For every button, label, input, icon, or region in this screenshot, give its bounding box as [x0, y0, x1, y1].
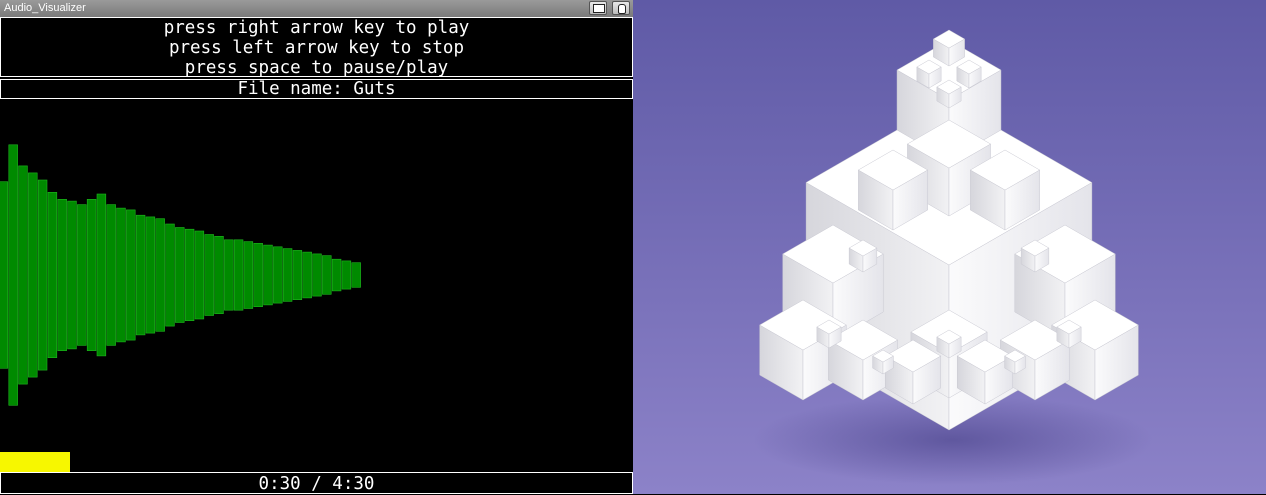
spectrum-bar — [341, 260, 352, 290]
spectrum-visualizer — [0, 144, 361, 406]
spectrum-bar — [165, 223, 175, 327]
spectrum-bar — [116, 207, 126, 343]
spectrum-bar — [47, 192, 58, 358]
spectrum-bar — [106, 204, 116, 346]
instruction-pause: press space to pause/play — [184, 58, 449, 78]
instruction-play: press right arrow key to play — [163, 18, 470, 38]
spectrum-bar — [37, 179, 48, 371]
spectrum-bar — [175, 227, 185, 323]
maximize-button[interactable] — [589, 1, 607, 15]
spectrum-bar — [243, 241, 254, 309]
spectrum-bar — [194, 230, 205, 320]
spectrum-bar — [28, 172, 38, 378]
fractal-render-image — [633, 0, 1266, 494]
spectrum-bar — [233, 239, 244, 311]
spectrum-bar — [155, 218, 165, 332]
spectrum-bar — [96, 193, 107, 357]
spectrum-bar — [18, 165, 28, 385]
spectrum-bar — [214, 236, 224, 315]
spectrum-bar — [273, 246, 283, 304]
spectrum-bar — [67, 200, 77, 350]
spectrum-bar — [204, 234, 214, 316]
instructions-panel: press right arrow key to play press left… — [0, 17, 633, 78]
spectrum-bar — [86, 199, 97, 351]
spectrum-bar — [282, 248, 293, 302]
spectrum-bar — [184, 228, 195, 321]
spectrum-bar — [126, 209, 136, 341]
file-name-label: File name: Guts — [0, 79, 633, 99]
progress-bar-fill[interactable] — [0, 452, 70, 473]
spectrum-bar — [351, 262, 361, 288]
spectrum-bar — [322, 255, 332, 295]
spectrum-bar — [253, 243, 263, 308]
app-window: Audio_Visualizer press right arrow key t… — [0, 0, 633, 494]
spectrum-bar — [57, 199, 67, 351]
spectrum-bar — [302, 251, 312, 299]
time-display: 0:30 / 4:30 — [0, 472, 633, 494]
close-button[interactable] — [612, 1, 630, 15]
spectrum-bar — [8, 144, 18, 406]
window-title: Audio_Visualizer — [4, 2, 86, 14]
spectrum-bar — [312, 253, 322, 297]
spectrum-bar — [224, 239, 234, 311]
spectrum-bar — [263, 244, 273, 306]
instruction-stop: press left arrow key to stop — [168, 38, 464, 58]
spectrum-bar — [331, 258, 342, 292]
spectrum-bar — [135, 214, 146, 336]
spectrum-bar — [0, 181, 9, 369]
spectrum-bar — [292, 250, 303, 300]
title-bar[interactable]: Audio_Visualizer — [0, 0, 633, 18]
spectrum-bar — [77, 204, 87, 346]
spectrum-bar — [145, 216, 156, 334]
